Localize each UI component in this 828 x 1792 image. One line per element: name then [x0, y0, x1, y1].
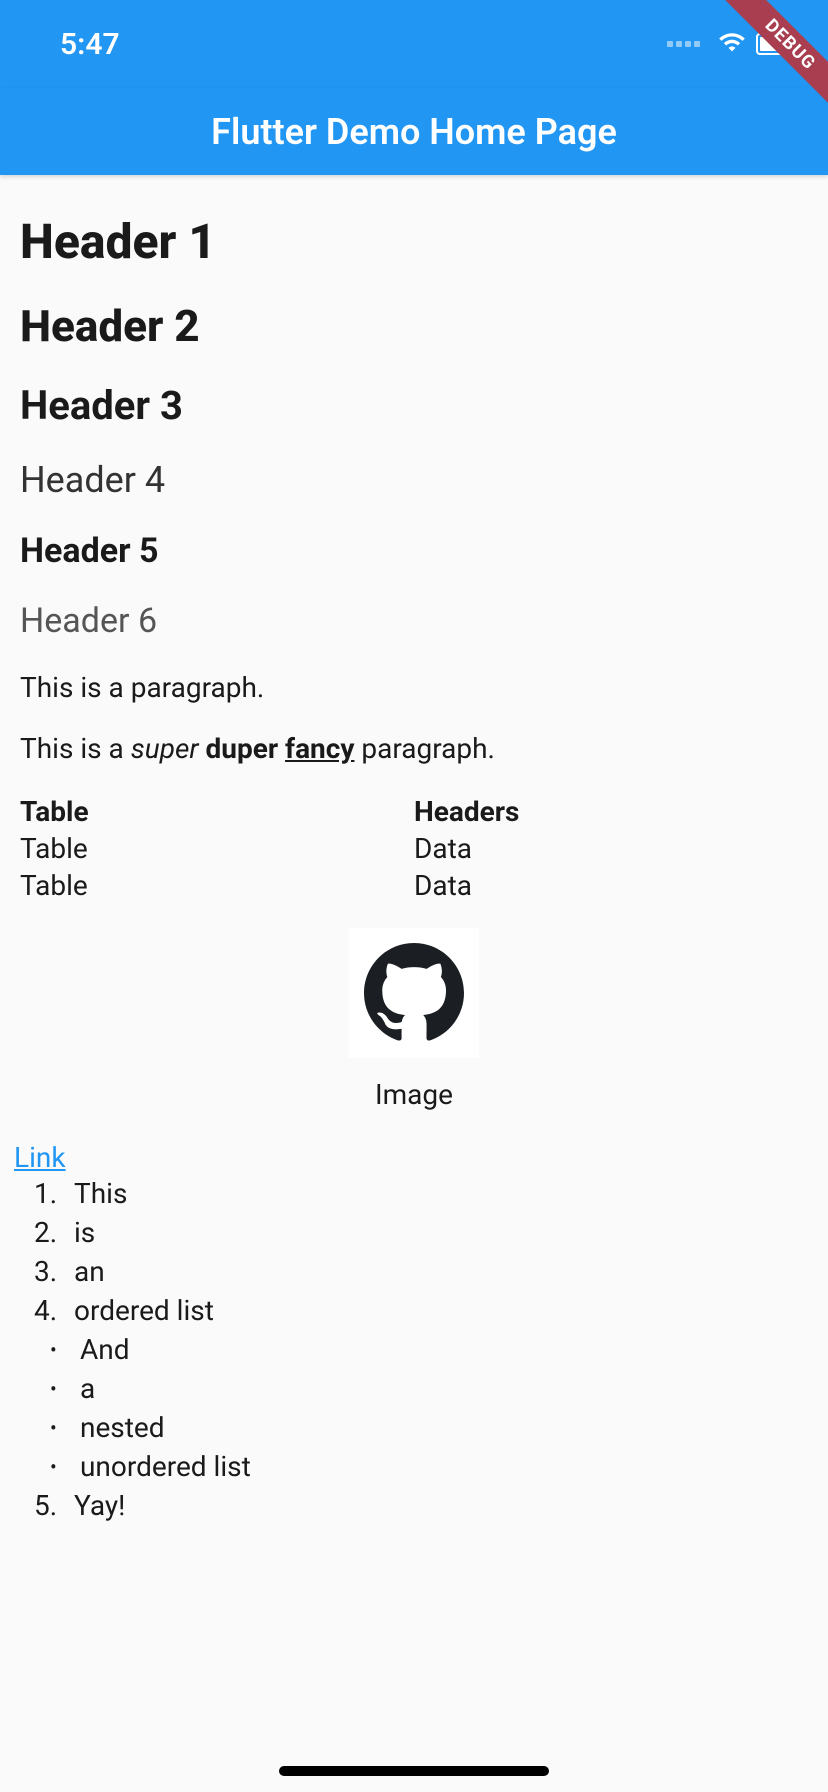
- status-time: 5:47: [60, 27, 120, 62]
- ordered-list: This is an ordered list: [34, 1174, 808, 1330]
- table-header-cell: Headers: [414, 793, 808, 830]
- list-item: nested: [50, 1408, 808, 1447]
- text-space: [278, 732, 285, 765]
- content-area: Header 1 Header 2 Header 3 Header 4 Head…: [0, 175, 828, 1545]
- signal-icon: [667, 41, 700, 47]
- image-caption: Image: [375, 1078, 453, 1111]
- header-5: Header 5: [20, 531, 808, 571]
- image-section: Image: [20, 928, 808, 1111]
- list-item: And: [50, 1330, 808, 1369]
- text-prefix: This is a: [20, 732, 131, 765]
- list-item: unordered list: [50, 1447, 808, 1486]
- page-title: Flutter Demo Home Page: [211, 111, 617, 153]
- wifi-icon: [718, 28, 746, 60]
- list-item: ordered list: [34, 1291, 808, 1330]
- table-cell: Table: [20, 830, 414, 867]
- text-suffix: paragraph.: [354, 732, 495, 765]
- list-item: This: [34, 1174, 808, 1213]
- home-indicator[interactable]: [279, 1766, 549, 1776]
- list-item: Yay!: [34, 1486, 808, 1525]
- header-4: Header 4: [20, 459, 808, 501]
- unordered-list: And a nested unordered list: [50, 1330, 808, 1486]
- table-header-row: Table Headers: [20, 793, 808, 830]
- text-bold: duper: [206, 732, 279, 765]
- status-bar: 5:47: [0, 0, 828, 88]
- list-item: an: [34, 1252, 808, 1291]
- link[interactable]: Link: [14, 1141, 66, 1174]
- header-3: Header 3: [20, 382, 808, 429]
- ordered-list-continued: Yay!: [34, 1486, 808, 1525]
- text-space: [199, 732, 206, 765]
- table-row: Table Data: [20, 867, 808, 904]
- paragraph-2: This is a super duper fancy paragraph.: [20, 732, 808, 765]
- text-underline: fancy: [285, 732, 354, 765]
- header-1: Header 1: [20, 213, 808, 270]
- table: Table Headers Table Data Table Data: [20, 793, 808, 904]
- header-6: Header 6: [20, 601, 808, 641]
- table-cell: Table: [20, 867, 414, 904]
- app-bar: Flutter Demo Home Page: [0, 88, 828, 175]
- table-row: Table Data: [20, 830, 808, 867]
- list-item: is: [34, 1213, 808, 1252]
- github-icon: [349, 928, 479, 1058]
- paragraph-1: This is a paragraph.: [20, 671, 808, 704]
- table-cell: Data: [414, 830, 808, 867]
- header-2: Header 2: [20, 300, 808, 352]
- text-italic: super: [131, 732, 199, 765]
- table-header-cell: Table: [20, 793, 414, 830]
- list-item: a: [50, 1369, 808, 1408]
- table-cell: Data: [414, 867, 808, 904]
